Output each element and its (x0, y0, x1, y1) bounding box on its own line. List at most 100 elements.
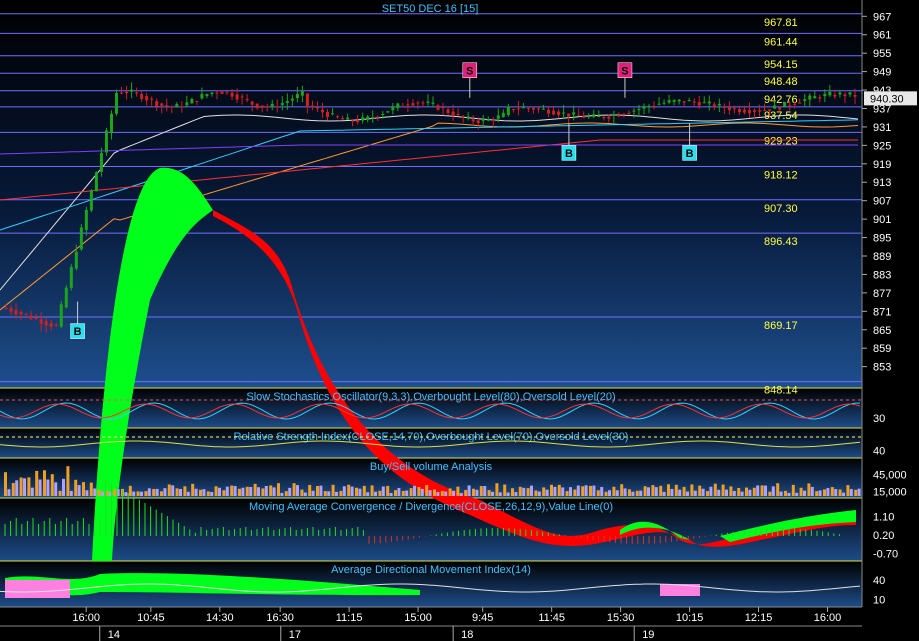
volume-bar-buy (308, 484, 312, 496)
candle-body (280, 103, 284, 106)
candle-body (145, 96, 149, 101)
candle-body (542, 108, 546, 110)
candle-body (326, 111, 330, 117)
volume-bar-buy (721, 484, 725, 496)
volume-bar-sell (483, 486, 487, 496)
volume-bar-buy (518, 486, 522, 496)
volume-bar-buy (300, 489, 304, 496)
candle-body (627, 112, 631, 114)
volume-bar-sell (569, 487, 572, 496)
price-tick-label: 907 (873, 196, 891, 208)
price-tick-label: 955 (873, 48, 891, 60)
volume-bar-sell (842, 492, 845, 496)
volume-bar-sell (428, 490, 432, 496)
candle-body (155, 101, 159, 107)
volume-bar-buy (370, 485, 374, 496)
candle-body (742, 109, 746, 113)
volume-bar-sell (615, 490, 619, 496)
volume-bar-buy (815, 491, 819, 496)
candle-body (135, 92, 139, 94)
chart-title: SET50 DEC 16 [15] (382, 3, 479, 15)
volume-bar-buy (339, 490, 343, 496)
fib-label: 907.30 (764, 203, 798, 215)
indicator-tick-label: 0.20 (873, 530, 894, 542)
volume-bar-sell (795, 492, 799, 496)
candle-body (652, 105, 656, 107)
volume-bar-buy (729, 486, 733, 496)
volume-bar-buy (58, 490, 62, 496)
candle-body (848, 92, 852, 95)
candle-body (210, 92, 214, 94)
candle-body (180, 106, 184, 108)
candle-body (521, 107, 525, 109)
volume-bar-sell (397, 488, 401, 496)
volume-bar-sell (147, 488, 151, 496)
volume-bar-sell (631, 491, 635, 496)
candle-body (818, 97, 822, 99)
volume-bar-sell (670, 488, 674, 496)
volume-bar-buy (355, 487, 358, 496)
volume-bar-buy (238, 488, 241, 496)
volume-bar-sell (335, 491, 338, 496)
volume-bar-sell (459, 492, 463, 496)
indicator-tick-label: 1.10 (873, 512, 894, 524)
candle-body (647, 106, 651, 108)
candle-body (245, 98, 249, 101)
candle-body (486, 119, 490, 121)
time-tick-label: 9:45 (472, 612, 493, 624)
time-tick-label: 14:30 (206, 612, 234, 624)
fib-label: 929.23 (764, 135, 798, 147)
volume-bar-sell (288, 487, 292, 496)
candle-body (687, 100, 691, 102)
volume-bar-sell (303, 492, 307, 496)
volume-bar-sell (280, 492, 284, 496)
day-label: 17 (289, 629, 301, 641)
price-tick-label: 883 (873, 269, 891, 281)
fib-label: 942.76 (764, 94, 798, 106)
indicator-panel-title: Average Directional Movement Index(14) (331, 564, 531, 576)
candle-body (205, 93, 209, 97)
candle-body (456, 113, 460, 115)
candle-body (496, 115, 500, 119)
fib-label: 948.48 (764, 76, 798, 88)
volume-bar-sell (85, 490, 89, 496)
candle-body (808, 95, 812, 100)
candle-body (104, 130, 108, 153)
volume-bar-buy (144, 491, 148, 496)
volume-bar-sell (475, 489, 479, 496)
volume-bar-sell (600, 486, 604, 496)
volume-bar-buy (550, 484, 553, 496)
volume-bar-buy (464, 489, 468, 496)
volume-bar-sell (272, 487, 276, 496)
volume-bar-sell (787, 492, 791, 496)
volume-bar-buy (596, 490, 600, 496)
trading-chart[interactable]: 967.81961.44954.15948.48942.76937.54929.… (0, 0, 919, 641)
volume-bar-buy (27, 477, 31, 496)
day-label: 18 (461, 629, 473, 641)
volume-bar-sell (62, 478, 65, 496)
candle-body (4, 308, 8, 310)
volume-bar-sell (498, 492, 502, 496)
candle-body (662, 102, 666, 104)
volume-bar-buy (745, 487, 748, 496)
volume-bar-sell (69, 490, 73, 496)
volume-bar-sell (155, 488, 159, 496)
volume-bar-buy (604, 491, 608, 496)
candle-body (758, 110, 762, 112)
volume-bar-sell (233, 486, 237, 496)
candle-body (190, 99, 194, 104)
indicator-panel-title: Relative Strength Index(CLOSE,14,70),Ove… (234, 431, 629, 443)
volume-bar-sell (725, 489, 728, 496)
time-tick-label: 11:15 (336, 612, 363, 624)
volume-bar-sell (30, 487, 34, 496)
volume-bar-buy (823, 489, 826, 496)
volume-bar-buy (74, 479, 78, 496)
candle-body (526, 107, 530, 109)
volume-bar-sell (678, 489, 682, 496)
candle-body (461, 116, 465, 118)
price-tick-label: 859 (873, 343, 891, 355)
volume-bar-buy (183, 486, 187, 496)
volume-bar-sell (647, 487, 650, 496)
volume-bar-buy (386, 485, 390, 496)
volume-bar-buy (635, 490, 639, 496)
